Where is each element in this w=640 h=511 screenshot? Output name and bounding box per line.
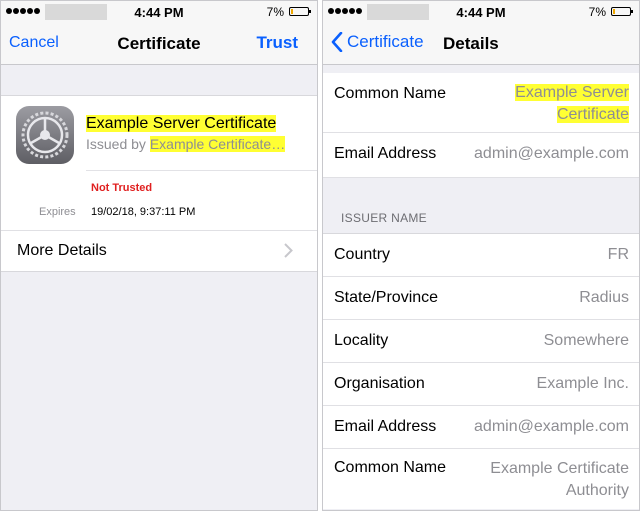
trust-status-label: Not Trusted: [91, 182, 153, 194]
detail-row: Country FR: [323, 234, 639, 277]
screenshot-pair: 4:44 PM 7% Cancel Certificate Trust Exam…: [0, 0, 640, 511]
detail-value: Somewhere: [543, 332, 629, 349]
chevron-right-icon: [284, 243, 293, 263]
expires-value: 19/02/18, 9:37:11 PM: [91, 206, 196, 218]
issuer-list: Country FR State/Province Radius Localit…: [323, 233, 639, 509]
detail-key: State/Province: [334, 289, 439, 306]
more-details-row[interactable]: More Details: [1, 230, 317, 272]
detail-value-line: Authority: [565, 482, 629, 499]
certificate-screen: 4:44 PM 7% Cancel Certificate Trust Exam…: [0, 0, 318, 511]
detail-value-line: Example Server: [515, 84, 629, 101]
certificate-title: Example Server Certificate: [86, 115, 277, 133]
detail-key: Locality: [334, 332, 389, 349]
certificate-title-text: Example Server Certificate: [86, 115, 277, 132]
detail-row: Email Address admin@example.com: [323, 406, 639, 449]
issuer-name: Example Certificate…: [149, 136, 286, 152]
expires-label: Expires: [39, 206, 76, 218]
page-title: Details: [443, 34, 499, 53]
detail-key: Common Name: [334, 85, 447, 102]
chevron-left-icon: [331, 32, 343, 52]
detail-key: Email Address: [334, 145, 437, 162]
detail-key: Organisation: [334, 375, 425, 392]
detail-value: admin@example.com: [474, 145, 629, 162]
detail-value: Example Server Certificate: [515, 82, 629, 126]
detail-key: Country: [334, 246, 391, 263]
navigation-bar: Cancel Certificate Trust: [1, 23, 317, 65]
settings-gear-icon: [16, 106, 74, 164]
detail-row: Email Address admin@example.com: [323, 133, 639, 178]
detail-value-line: Certificate: [556, 106, 629, 123]
detail-row: Organisation Example Inc.: [323, 363, 639, 406]
status-bar: 4:44 PM 7%: [1, 1, 317, 23]
subject-list: Common Name Example Server Certificate E…: [323, 73, 639, 178]
issued-by-prefix: Issued by: [86, 136, 150, 152]
detail-row: Locality Somewhere: [323, 320, 639, 363]
trust-button[interactable]: Trust: [256, 33, 298, 53]
battery-icon: [611, 7, 633, 16]
back-button[interactable]: Certificate: [331, 32, 424, 52]
navigation-bar: Certificate Details: [323, 23, 639, 65]
detail-value-line: Example Certificate: [490, 460, 629, 477]
issued-by-line: Issued by Example Certificate…: [86, 136, 286, 152]
detail-value: admin@example.com: [474, 418, 629, 435]
detail-key: Email Address: [334, 418, 437, 435]
back-button-label: Certificate: [347, 32, 424, 51]
detail-value: FR: [607, 246, 629, 263]
detail-key: Common Name: [334, 459, 447, 476]
section-header: ISSUER NAME: [341, 211, 427, 225]
detail-row: Common Name Example Certificate Authorit…: [323, 449, 639, 509]
more-details-label: More Details: [17, 242, 107, 259]
status-bar: 4:44 PM 7%: [323, 1, 639, 23]
details-screen: 4:44 PM 7% Certificate Details Common Na…: [322, 0, 640, 511]
detail-row: State/Province Radius: [323, 277, 639, 320]
detail-value: Example Inc.: [536, 375, 629, 392]
detail-value: Example Certificate Authority: [490, 458, 629, 502]
detail-row: Common Name Example Server Certificate: [323, 73, 639, 133]
battery-percentage: 7%: [266, 5, 284, 19]
battery-percentage: 7%: [588, 5, 606, 19]
detail-value: Radius: [579, 289, 629, 306]
divider: [86, 170, 317, 171]
battery-icon: [289, 7, 311, 16]
